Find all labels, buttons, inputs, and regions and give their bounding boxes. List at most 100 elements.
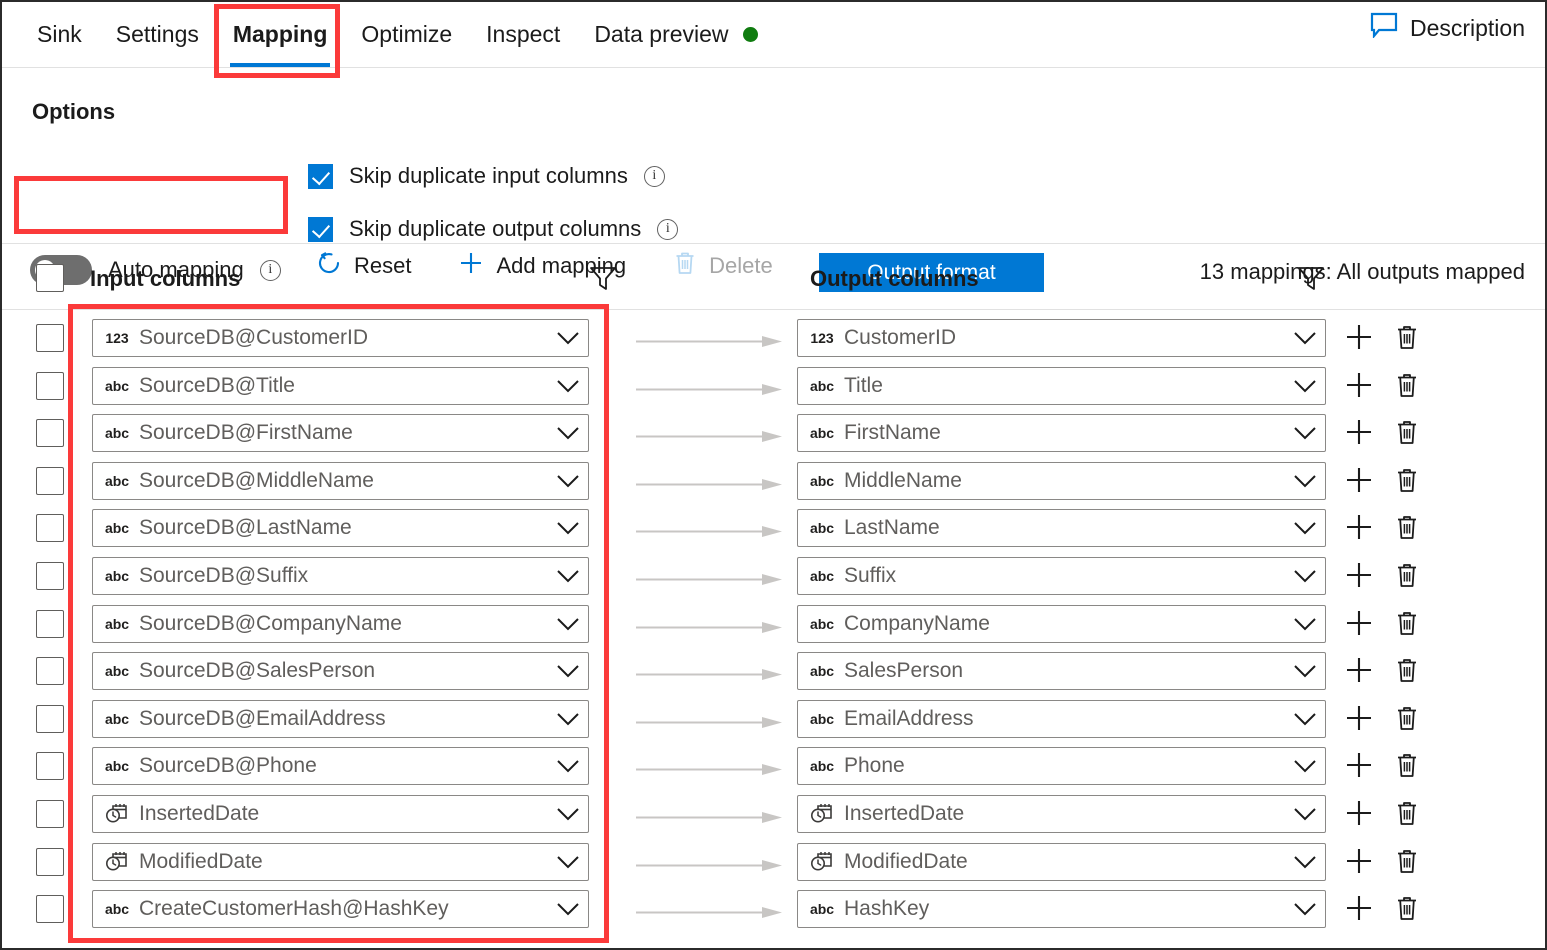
row-delete-icon[interactable] (1394, 322, 1420, 352)
row-delete-icon[interactable] (1394, 798, 1420, 828)
output-column-select[interactable]: abc Phone (797, 747, 1326, 786)
tab-data-preview[interactable]: Data preview (577, 2, 774, 67)
chevron-down-icon (548, 759, 588, 773)
input-column-select[interactable]: abc SourceDB@FirstName (92, 414, 589, 453)
row-add-icon[interactable] (1344, 465, 1374, 495)
output-filter-icon[interactable] (1296, 264, 1326, 297)
chevron-down-icon (548, 617, 588, 631)
row-add-icon[interactable] (1344, 750, 1374, 780)
tab-label: Inspect (486, 21, 561, 47)
row-select-checkbox[interactable] (36, 704, 64, 733)
row-add-icon[interactable] (1344, 893, 1374, 923)
mapping-row: abc SourceDB@CompanyName abc CompanyName (2, 602, 1545, 650)
output-column-select[interactable]: abc Title (797, 366, 1326, 405)
row-add-icon[interactable] (1344, 370, 1374, 400)
output-type-icon: abc (809, 758, 835, 775)
row-select-checkbox[interactable] (36, 799, 64, 828)
row-delete-icon[interactable] (1394, 465, 1420, 495)
skip-duplicate-output-info-icon[interactable]: i (657, 218, 679, 240)
row-delete-icon[interactable] (1394, 750, 1420, 780)
chevron-down-icon (1285, 617, 1325, 631)
row-add-icon[interactable] (1344, 703, 1374, 733)
row-add-icon[interactable] (1344, 322, 1374, 352)
input-type-icon: abc (104, 520, 130, 537)
output-column-select[interactable]: abc Suffix (797, 556, 1326, 595)
row-select-checkbox[interactable] (36, 895, 64, 924)
row-add-icon[interactable] (1344, 560, 1374, 590)
input-column-select[interactable]: abc SourceDB@EmailAddress (92, 699, 589, 738)
skip-duplicate-output-checkbox[interactable] (308, 216, 333, 242)
output-column-select[interactable]: abc LastName (797, 509, 1326, 548)
skip-duplicate-input-checkbox[interactable] (308, 163, 333, 189)
output-column-select[interactable]: abc EmailAddress (797, 699, 1326, 738)
row-delete-icon[interactable] (1394, 512, 1420, 542)
input-column-select[interactable]: abc SourceDB@Phone (92, 747, 589, 786)
row-delete-icon[interactable] (1394, 608, 1420, 638)
output-column-select[interactable]: abc HashKey (797, 890, 1326, 929)
row-add-icon[interactable] (1344, 608, 1374, 638)
row-delete-icon[interactable] (1394, 560, 1420, 590)
input-type-icon: abc (104, 901, 130, 918)
row-select-checkbox[interactable] (36, 419, 64, 448)
input-column-select[interactable]: ModifiedDate (92, 842, 589, 881)
tab-mapping[interactable]: Mapping (216, 2, 345, 67)
output-column-select[interactable]: ModifiedDate (797, 842, 1326, 881)
row-delete-icon[interactable] (1394, 846, 1420, 876)
select-all-checkbox[interactable] (36, 264, 64, 292)
chevron-down-icon (1285, 569, 1325, 583)
chevron-down-icon (548, 331, 588, 345)
row-delete-icon[interactable] (1394, 703, 1420, 733)
row-select-checkbox[interactable] (36, 609, 64, 638)
row-add-icon[interactable] (1344, 512, 1374, 542)
input-column-select[interactable]: abc SourceDB@LastName (92, 509, 589, 548)
input-column-select[interactable]: abc SourceDB@Title (92, 366, 589, 405)
row-select-checkbox[interactable] (36, 371, 64, 400)
input-column-select[interactable]: InsertedDate (92, 794, 589, 833)
input-column-select[interactable]: abc SourceDB@CompanyName (92, 604, 589, 643)
row-add-icon[interactable] (1344, 798, 1374, 828)
tab-inspect[interactable]: Inspect (469, 2, 577, 67)
row-add-icon[interactable] (1344, 846, 1374, 876)
row-add-icon[interactable] (1344, 417, 1374, 447)
tab-label: Data preview (594, 21, 729, 47)
input-column-select[interactable]: abc SourceDB@Suffix (92, 556, 589, 595)
row-delete-icon[interactable] (1394, 370, 1420, 400)
output-column-select[interactable]: abc FirstName (797, 414, 1326, 453)
tab-optimize[interactable]: Optimize (344, 2, 469, 67)
input-column-select[interactable]: 123 SourceDB@CustomerID (92, 319, 589, 357)
row-select-checkbox[interactable] (36, 561, 64, 590)
output-column-select[interactable]: abc MiddleName (797, 461, 1326, 500)
input-type-icon: abc (104, 472, 130, 489)
input-column-select[interactable]: abc CreateCustomerHash@HashKey (92, 890, 589, 929)
row-select-checkbox[interactable] (36, 752, 64, 781)
row-delete-icon[interactable] (1394, 417, 1420, 447)
input-filter-icon[interactable] (588, 264, 618, 297)
chevron-down-icon (548, 474, 588, 488)
input-type-icon: abc (104, 377, 130, 394)
output-column-value: HashKey (844, 897, 930, 921)
tab-settings[interactable]: Settings (99, 2, 216, 67)
output-type-icon: abc (809, 472, 835, 489)
arrow-right-icon (636, 524, 782, 538)
row-add-icon[interactable] (1344, 655, 1374, 685)
output-column-select[interactable]: abc CompanyName (797, 604, 1326, 643)
row-select-checkbox[interactable] (36, 514, 64, 543)
row-delete-icon[interactable] (1394, 655, 1420, 685)
tab-sink[interactable]: Sink (20, 2, 99, 67)
row-delete-icon[interactable] (1394, 893, 1420, 923)
output-column-select[interactable]: 123 CustomerID (797, 319, 1326, 357)
row-select-checkbox[interactable] (36, 466, 64, 495)
description-button[interactable]: Description (1370, 12, 1525, 44)
output-column-select[interactable]: abc SalesPerson (797, 652, 1326, 691)
input-column-select[interactable]: abc SourceDB@MiddleName (92, 461, 589, 500)
row-actions (1344, 655, 1420, 685)
row-actions (1344, 846, 1420, 876)
skip-duplicate-input-info-icon[interactable]: i (643, 165, 665, 187)
input-column-select[interactable]: abc SourceDB@SalesPerson (92, 652, 589, 691)
input-column-value: SourceDB@Title (139, 373, 295, 397)
row-select-checkbox[interactable] (36, 324, 64, 352)
row-select-checkbox[interactable] (36, 847, 64, 876)
output-column-select[interactable]: InsertedDate (797, 794, 1326, 833)
description-label: Description (1409, 14, 1525, 41)
row-select-checkbox[interactable] (36, 657, 64, 686)
